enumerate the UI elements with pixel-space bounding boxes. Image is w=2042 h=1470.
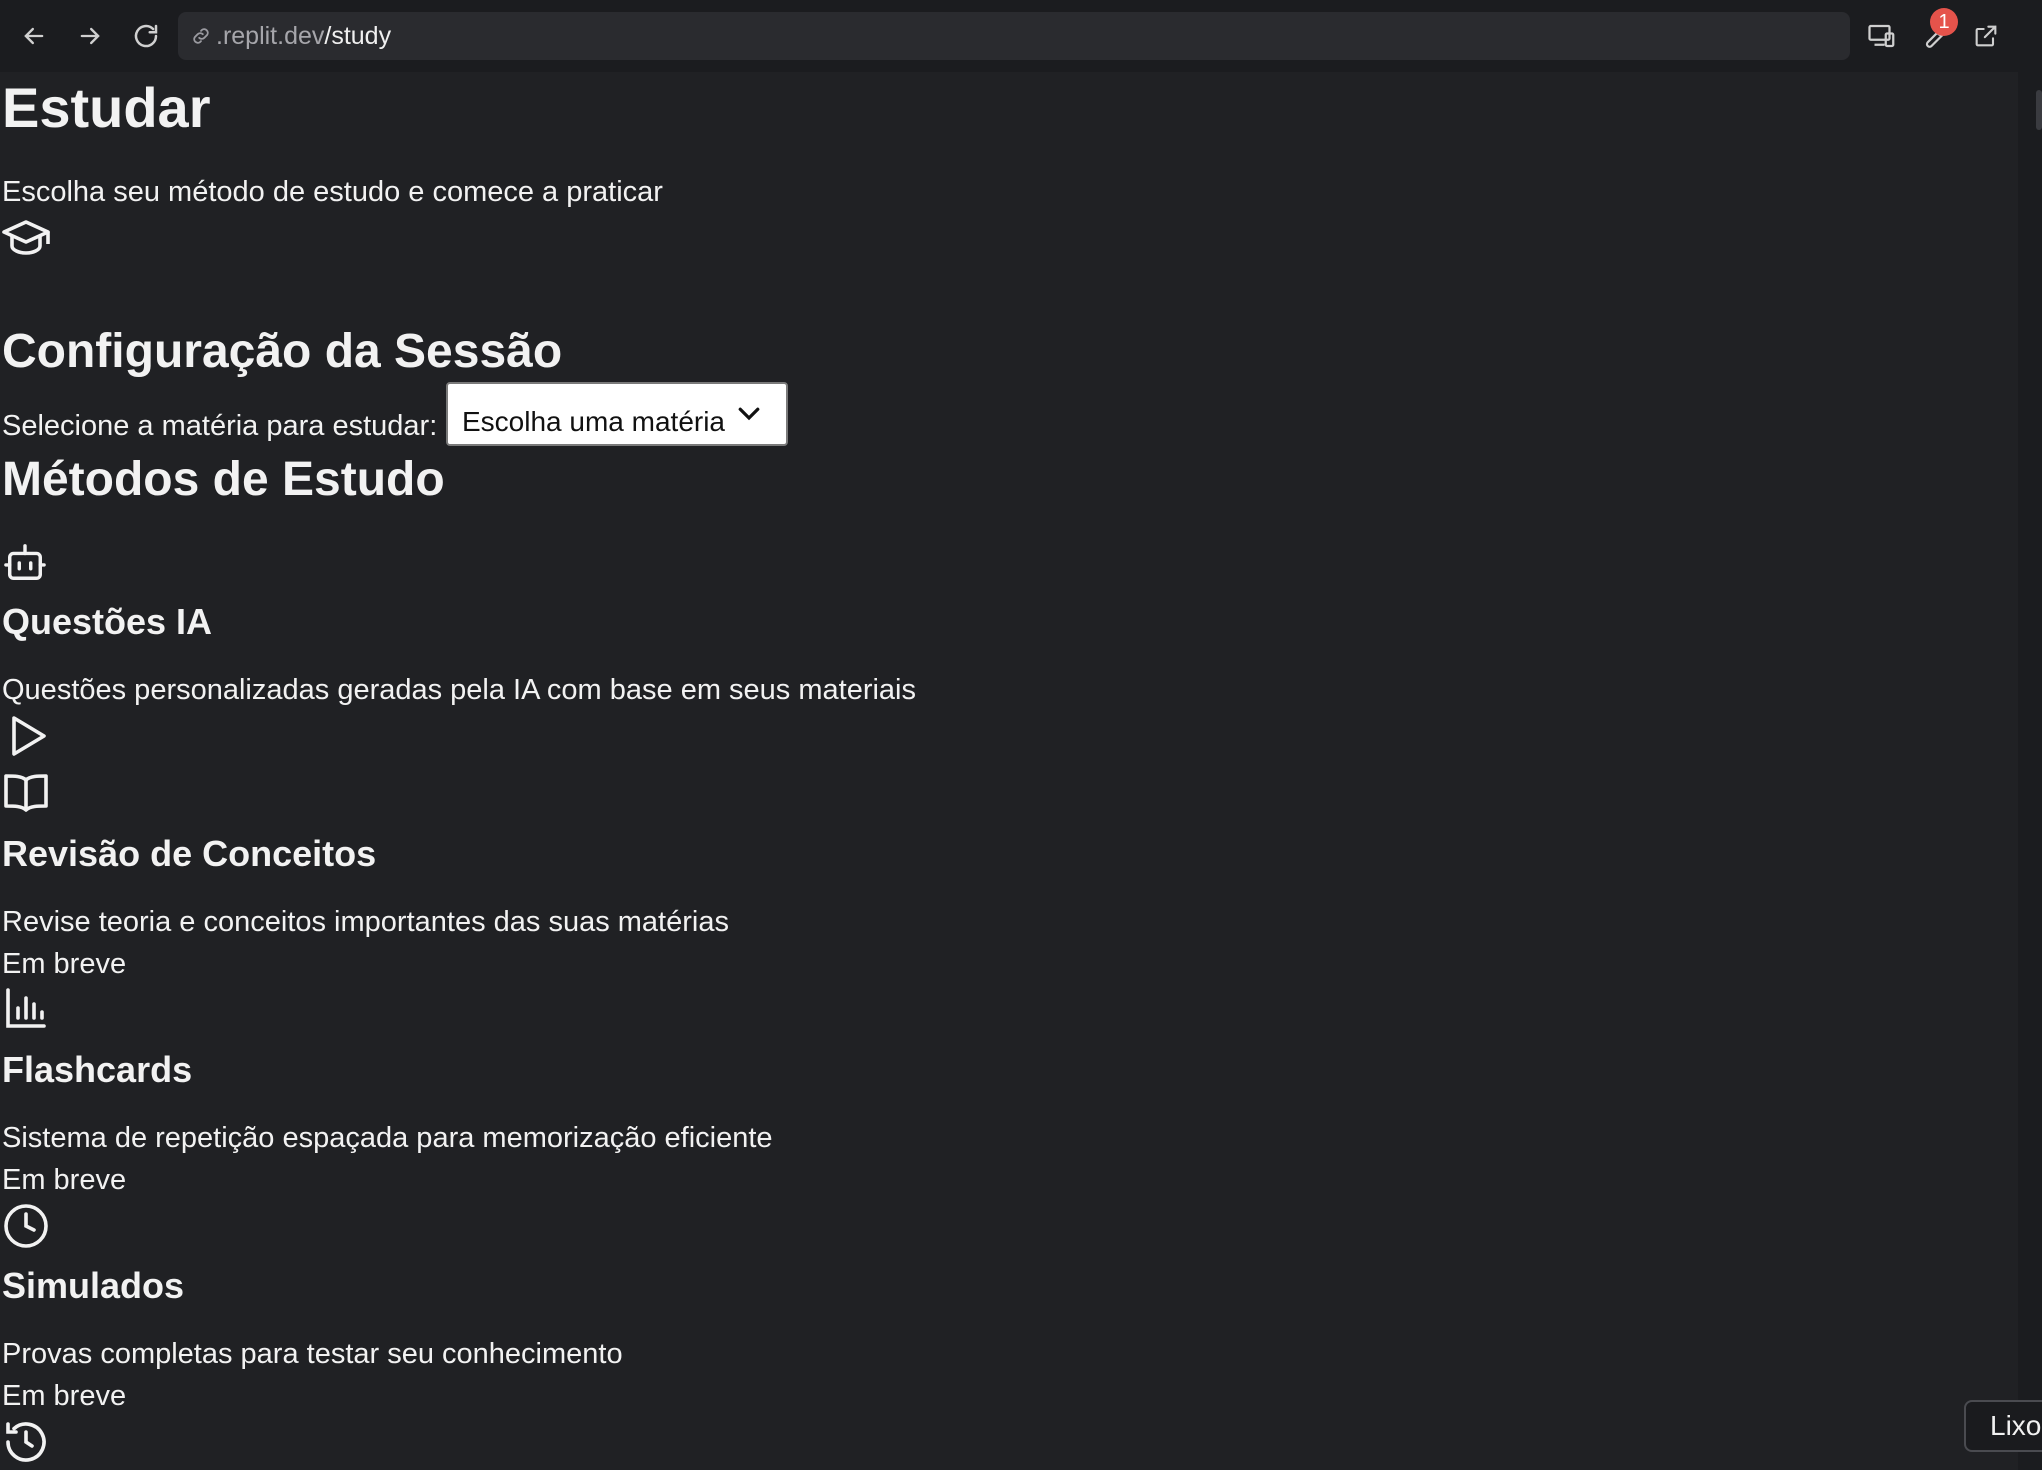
subject-label: Selecione a matéria para estudar:	[2, 410, 438, 442]
status-badge: Em breve	[2, 1380, 127, 1412]
external-link-icon	[1975, 25, 1997, 47]
method-title: Revisão de Conceitos	[2, 833, 377, 874]
method-description: Revise teoria e conceitos importantes da…	[2, 906, 729, 938]
chevron-down-icon	[734, 398, 764, 435]
address-bar[interactable]: .replit.dev/study	[178, 12, 1850, 60]
page-viewport	[0, 72, 2018, 1470]
devices-icon	[1868, 24, 1895, 48]
browser-toolbar: .replit.dev/study 1	[0, 0, 2042, 72]
tooltip: Lixo	[1964, 1400, 2042, 1452]
methods-heading: Métodos de Estudo	[2, 453, 445, 506]
arrow-right-icon	[80, 27, 100, 45]
status-badge: Em breve	[2, 948, 127, 980]
book-open-icon	[2, 772, 50, 819]
back-button[interactable]	[14, 16, 54, 56]
method-title: Flashcards	[2, 1049, 193, 1090]
clock-icon	[2, 1202, 50, 1255]
play-icon[interactable]	[8, 714, 48, 763]
status-badge: Em breve	[2, 1164, 127, 1196]
url-host: .replit.dev	[216, 21, 325, 50]
bar-chart-icon	[4, 986, 48, 1035]
link-icon	[188, 23, 214, 49]
method-description: Questões personalizadas geradas pela IA …	[2, 674, 916, 706]
scrollbar-track[interactable]	[2018, 72, 2042, 1470]
method-title: Questões IA	[2, 601, 213, 642]
reload-button[interactable]	[126, 16, 166, 56]
robot-icon	[2, 542, 48, 589]
method-title: Simulados	[2, 1265, 185, 1306]
method-description: Provas completas para testar seu conheci…	[2, 1338, 623, 1370]
page-subtitle: Escolha seu método de estudo e comece a …	[2, 176, 663, 208]
history-icon	[2, 1418, 50, 1469]
forward-button[interactable]	[70, 16, 110, 56]
url-path: /study	[324, 21, 392, 50]
method-description: Sistema de repetição espaçada para memor…	[2, 1122, 773, 1154]
page-title: Estudar	[2, 76, 211, 139]
graduation-cap-icon	[2, 216, 50, 265]
tooltip-text: Lixo	[1990, 1410, 2042, 1441]
device-preview-button[interactable]	[1862, 16, 1902, 56]
session-heading: Configuração da Sessão	[2, 325, 563, 378]
open-new-tab-button[interactable]	[1966, 16, 2006, 56]
scrollbar-thumb[interactable]	[2036, 90, 2042, 130]
subject-select-value: Escolha uma matéria	[462, 406, 726, 437]
notification-badge: 1	[1930, 8, 1958, 36]
arrow-left-icon	[24, 27, 44, 45]
subject-select[interactable]: Escolha uma matéria	[446, 382, 788, 446]
url-text: .replit.dev/study	[216, 22, 391, 51]
reload-icon	[134, 24, 158, 48]
